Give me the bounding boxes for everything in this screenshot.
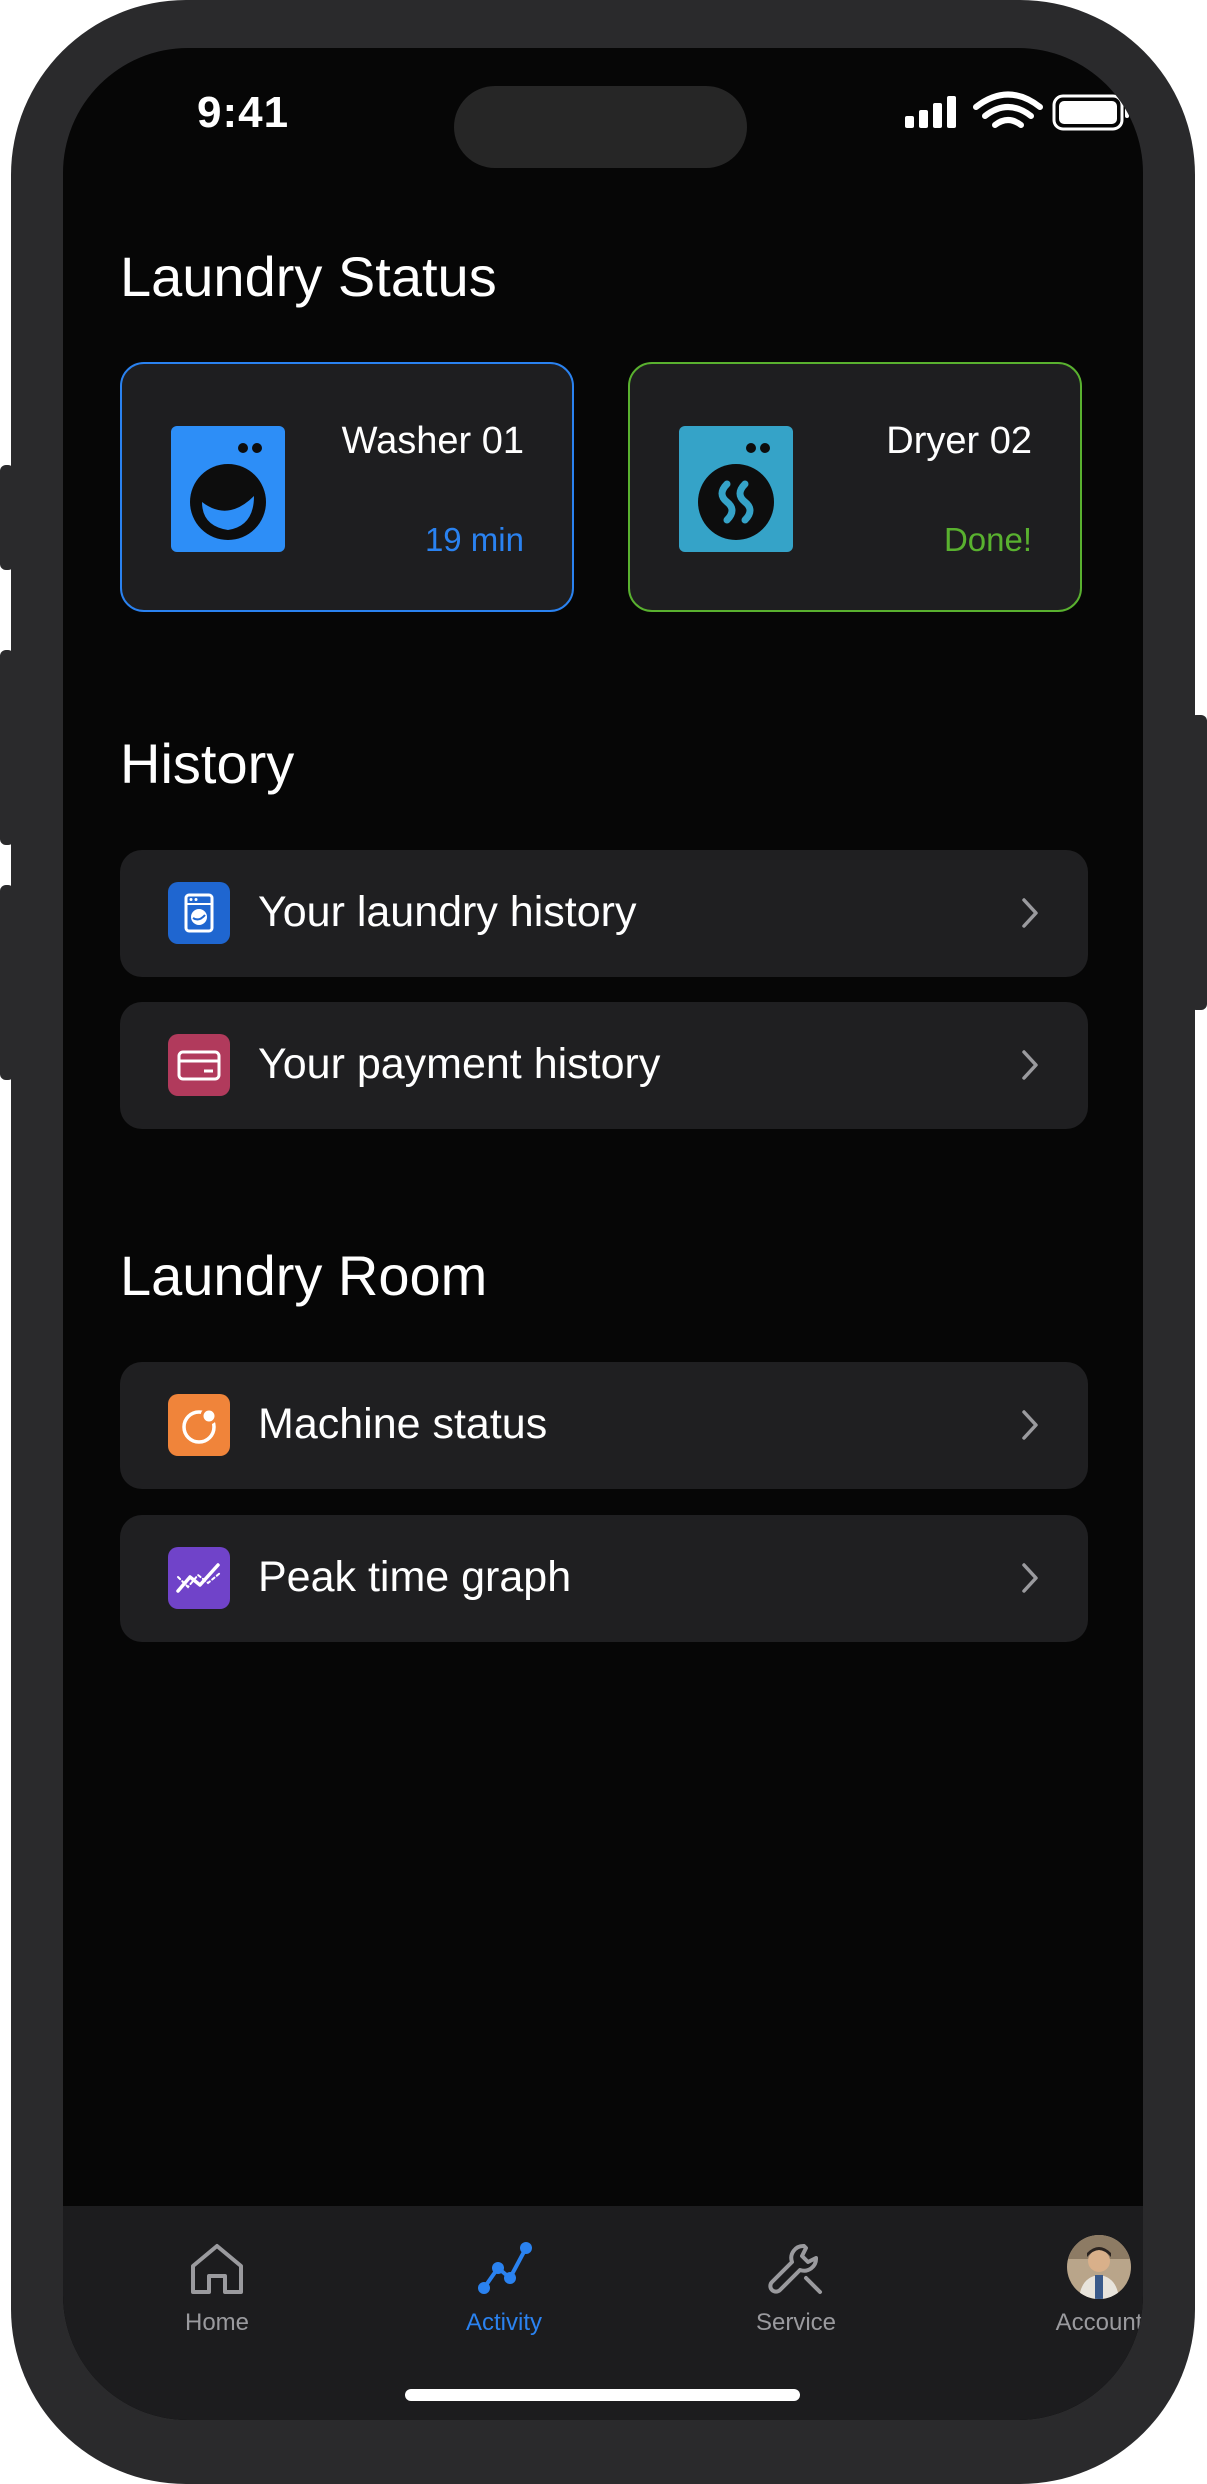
- chevron-right-icon: [1022, 1410, 1038, 1440]
- section-title-history: History: [120, 732, 295, 795]
- wrench-icon: [768, 2244, 822, 2294]
- chevron-right-icon: [1022, 1563, 1038, 1593]
- tab-bar: Home Activity Service Account: [63, 2206, 1143, 2420]
- graph-icon: [168, 1547, 230, 1609]
- machine-name: Washer 01: [341, 420, 524, 462]
- home-indicator[interactable]: [405, 2389, 800, 2401]
- credit-card-icon: [168, 1034, 230, 1096]
- activity-icon: [478, 2242, 532, 2294]
- machine-card-dryer[interactable]: Dryer 02 Done!: [628, 362, 1082, 612]
- tab-label: Service: [755, 2309, 837, 2336]
- payment-history-row[interactable]: Your payment history: [120, 1002, 1088, 1129]
- row-label: Machine status: [258, 1400, 548, 1448]
- section-title-laundry-status: Laundry Status: [120, 245, 497, 308]
- machine-card-washer[interactable]: Washer 01 19 min: [120, 362, 574, 612]
- tab-service[interactable]: Service: [696, 2206, 896, 2346]
- tab-home[interactable]: Home: [117, 2206, 317, 2346]
- section-title-laundry-room: Laundry Room: [120, 1244, 488, 1307]
- tab-account[interactable]: Account: [999, 2206, 1143, 2346]
- tab-label: Account: [1055, 2309, 1143, 2336]
- laundry-history-row[interactable]: Your laundry history: [120, 850, 1088, 977]
- chevron-right-icon: [1022, 898, 1038, 928]
- washer-icon: [171, 426, 285, 552]
- row-label: Peak time graph: [258, 1553, 572, 1601]
- machine-status: 19 min: [424, 521, 524, 558]
- tab-label: Home: [184, 2309, 250, 2336]
- row-label: Your laundry history: [258, 888, 637, 936]
- row-label: Your payment history: [258, 1040, 661, 1088]
- machine-status-row[interactable]: Machine status: [120, 1362, 1088, 1489]
- status-icon: [168, 1394, 230, 1456]
- screen: 9:41 Laundry Status Washer 01 19 min Dry…: [63, 48, 1143, 2420]
- status-icons: [905, 91, 1129, 131]
- signal-icon: [905, 96, 956, 128]
- washing-machine-icon: [168, 882, 230, 944]
- status-time: 9:41: [197, 88, 290, 137]
- machine-name: Dryer 02: [886, 420, 1032, 462]
- tab-activity[interactable]: Activity: [404, 2206, 604, 2346]
- dynamic-island: [454, 86, 747, 168]
- home-icon: [191, 2244, 243, 2294]
- battery-icon: [1052, 94, 1129, 131]
- tab-label: Activity: [465, 2309, 542, 2336]
- dryer-icon: [679, 426, 793, 552]
- machine-status: Done!: [943, 521, 1032, 558]
- avatar: [1067, 2235, 1131, 2299]
- peak-time-graph-row[interactable]: Peak time graph: [120, 1515, 1088, 1642]
- chevron-right-icon: [1022, 1050, 1038, 1080]
- wifi-icon: [973, 91, 1043, 128]
